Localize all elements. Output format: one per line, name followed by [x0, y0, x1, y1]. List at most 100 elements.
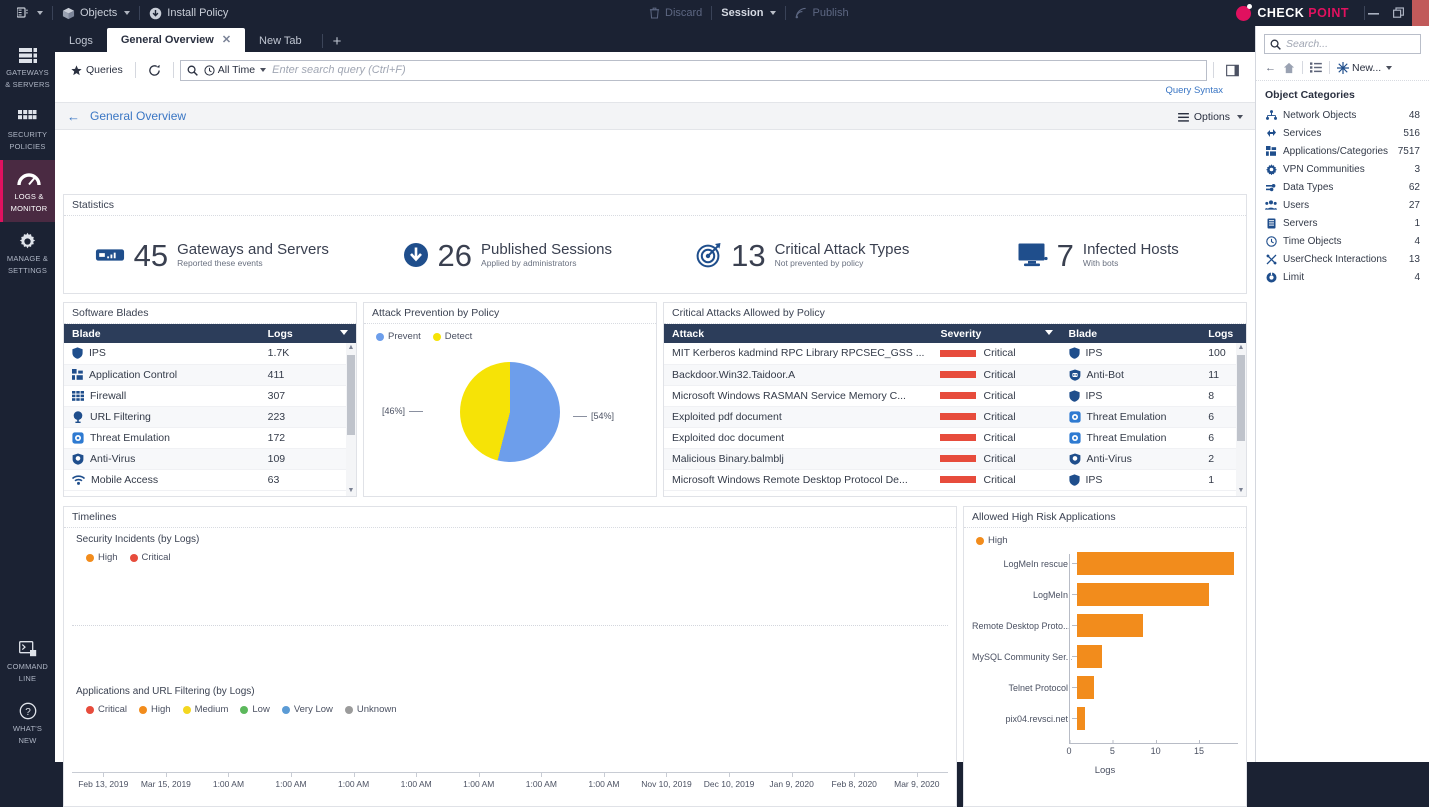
- sidebar-item-gateways-servers[interactable]: GATEWAYS & SERVERS: [0, 36, 55, 98]
- search-input[interactable]: All Time Enter search query (Ctrl+F): [180, 60, 1207, 81]
- bar[interactable]: [1077, 645, 1102, 668]
- table-row[interactable]: Exploited doc documentCriticalThreat Emu…: [664, 427, 1246, 448]
- legend-item-critical[interactable]: Critical: [86, 704, 127, 715]
- object-category-applications-categories[interactable]: Applications/Categories7517: [1256, 142, 1429, 160]
- sidebar-item-manage-settings[interactable]: MANAGE & SETTINGS: [0, 222, 55, 284]
- bar-chart-row[interactable]: Telnet Protocol: [972, 672, 1238, 703]
- legend-item-high[interactable]: High: [86, 552, 118, 563]
- stat-infected-hosts[interactable]: 7 Infected Hosts With bots: [951, 240, 1247, 271]
- scroll-down-icon[interactable]: ▼: [347, 487, 355, 495]
- legend-item-medium[interactable]: Medium: [183, 704, 229, 715]
- add-tab-button[interactable]: +: [329, 33, 346, 52]
- bar[interactable]: [1077, 614, 1143, 637]
- list-icon[interactable]: [1310, 62, 1322, 73]
- object-category-network-objects[interactable]: Network Objects48: [1256, 106, 1429, 124]
- table-row[interactable]: Mobile Access63: [64, 469, 356, 490]
- install-policy-button[interactable]: Install Policy: [140, 0, 237, 26]
- query-syntax-link[interactable]: Query Syntax: [1165, 85, 1223, 96]
- legend-item-very-low[interactable]: Very Low: [282, 704, 333, 715]
- options-button[interactable]: Options: [1178, 103, 1243, 131]
- legend-item-high[interactable]: High: [139, 704, 171, 715]
- home-icon[interactable]: [1283, 62, 1295, 74]
- scrollbar-thumb[interactable]: [1237, 355, 1245, 441]
- table-row[interactable]: Anti-Virus109: [64, 448, 356, 469]
- object-category-services[interactable]: Services516: [1256, 124, 1429, 142]
- table-row[interactable]: Microsoft Windows Remote Desktop Protoco…: [664, 469, 1246, 490]
- object-category-usercheck-interactions[interactable]: UserCheck Interactions13: [1256, 250, 1429, 268]
- scrollbar-thumb[interactable]: [347, 355, 355, 435]
- stat-critical-attack-types[interactable]: 13 Critical Attack Types Not prevented b…: [655, 240, 951, 271]
- discard-button[interactable]: Discard: [640, 0, 711, 26]
- scroll-up-icon[interactable]: ▲: [347, 344, 355, 352]
- bar[interactable]: [1077, 552, 1234, 575]
- object-category-vpn-communities[interactable]: VPN Communities3: [1256, 160, 1429, 178]
- antivirus-icon: [1069, 453, 1081, 465]
- table-row[interactable]: Backdoor.Win32.Taidoor.ACriticalAnti-Bot…: [664, 364, 1246, 385]
- new-object-button[interactable]: New...: [1337, 62, 1392, 74]
- table-row[interactable]: Malicious Binary.balmbljCriticalAnti-Vir…: [664, 448, 1246, 469]
- column-header-attack[interactable]: Attack: [664, 324, 932, 343]
- restore-button[interactable]: [1386, 0, 1412, 26]
- legend-item-prevent[interactable]: Prevent: [376, 331, 421, 342]
- bar-track: [1077, 703, 1238, 734]
- column-header-logs[interactable]: Logs: [260, 324, 356, 343]
- sidebar-item-logs-monitor[interactable]: LOGS & MONITOR: [0, 160, 55, 222]
- scrollbar-vertical[interactable]: ▲ ▼: [346, 343, 356, 496]
- close-button[interactable]: [1412, 0, 1429, 26]
- bar-chart-row[interactable]: MySQL Community Ser...: [972, 641, 1238, 672]
- bar[interactable]: [1077, 583, 1209, 606]
- tab-new-tab[interactable]: New Tab: [245, 30, 316, 52]
- column-header-blade[interactable]: Blade: [1061, 324, 1201, 343]
- back-arrow-icon[interactable]: ←: [1265, 62, 1276, 74]
- legend-item-low[interactable]: Low: [240, 704, 269, 715]
- session-menu-button[interactable]: Session: [712, 0, 785, 26]
- table-row[interactable]: Microsoft Windows RASMAN Service Memory …: [664, 385, 1246, 406]
- external-view-button[interactable]: [1220, 64, 1245, 77]
- table-row[interactable]: IPS1.7K: [64, 343, 356, 364]
- time-filter-dropdown[interactable]: All Time: [204, 64, 266, 76]
- table-row[interactable]: URL Filtering223: [64, 406, 356, 427]
- table-row[interactable]: Application Control411: [64, 364, 356, 385]
- minimize-button[interactable]: [1360, 0, 1386, 26]
- object-category-time-objects[interactable]: Time Objects4: [1256, 232, 1429, 250]
- table-row[interactable]: Firewall307: [64, 385, 356, 406]
- scroll-up-icon[interactable]: ▲: [1237, 344, 1245, 352]
- bar-chart-row[interactable]: LogMeIn rescue: [972, 548, 1238, 579]
- sidebar-item-security-policies[interactable]: SECURITY POLICIES: [0, 98, 55, 160]
- bar-chart-row[interactable]: pix04.revsci.net: [972, 703, 1238, 734]
- bar[interactable]: [1077, 676, 1094, 699]
- manage-menu-button[interactable]: [8, 0, 52, 26]
- pie-chart[interactable]: [460, 362, 560, 462]
- scroll-down-icon[interactable]: ▼: [1237, 487, 1245, 495]
- publish-button[interactable]: Publish: [786, 0, 857, 26]
- column-header-logs[interactable]: Logs: [1200, 324, 1246, 343]
- back-arrow-icon[interactable]: ←: [67, 109, 80, 124]
- sidebar-item-command-line[interactable]: COMMAND LINE: [0, 630, 55, 692]
- objects-menu-button[interactable]: Objects: [53, 0, 139, 26]
- legend-item-detect[interactable]: Detect: [433, 331, 472, 342]
- legend-item-critical[interactable]: Critical: [130, 552, 171, 563]
- stat-published-sessions[interactable]: 26 Published Sessions Applied by adminis…: [360, 240, 656, 271]
- close-icon[interactable]: ✕: [222, 28, 231, 52]
- bar-chart-row[interactable]: Remote Desktop Proto...: [972, 610, 1238, 641]
- tab-logs[interactable]: Logs: [55, 30, 107, 52]
- column-header-blade[interactable]: Blade: [64, 324, 260, 343]
- scrollbar-vertical[interactable]: ▲ ▼: [1236, 343, 1246, 496]
- column-header-severity[interactable]: Severity: [932, 324, 1060, 343]
- object-category-users[interactable]: Users27: [1256, 196, 1429, 214]
- queries-button[interactable]: Queries: [65, 64, 129, 76]
- table-row[interactable]: Threat Emulation172: [64, 427, 356, 448]
- stat-gateways-servers[interactable]: 45 Gateways and Servers Reported these e…: [64, 240, 360, 271]
- sidebar-item-whats-new[interactable]: ? WHAT'S NEW: [0, 692, 55, 754]
- bar-chart-row[interactable]: LogMeIn: [972, 579, 1238, 610]
- table-row[interactable]: MIT Kerberos kadmind RPC Library RPCSEC_…: [664, 343, 1246, 364]
- refresh-button[interactable]: [142, 64, 167, 77]
- object-category-limit[interactable]: Limit4: [1256, 268, 1429, 286]
- tab-general-overview[interactable]: General Overview ✕: [107, 28, 245, 52]
- bar[interactable]: [1077, 707, 1085, 730]
- object-category-data-types[interactable]: Data Types62: [1256, 178, 1429, 196]
- objects-search-input[interactable]: Search...: [1264, 34, 1421, 54]
- legend-item-unknown[interactable]: Unknown: [345, 704, 397, 715]
- table-row[interactable]: Exploited pdf documentCriticalThreat Emu…: [664, 406, 1246, 427]
- object-category-servers[interactable]: Servers1: [1256, 214, 1429, 232]
